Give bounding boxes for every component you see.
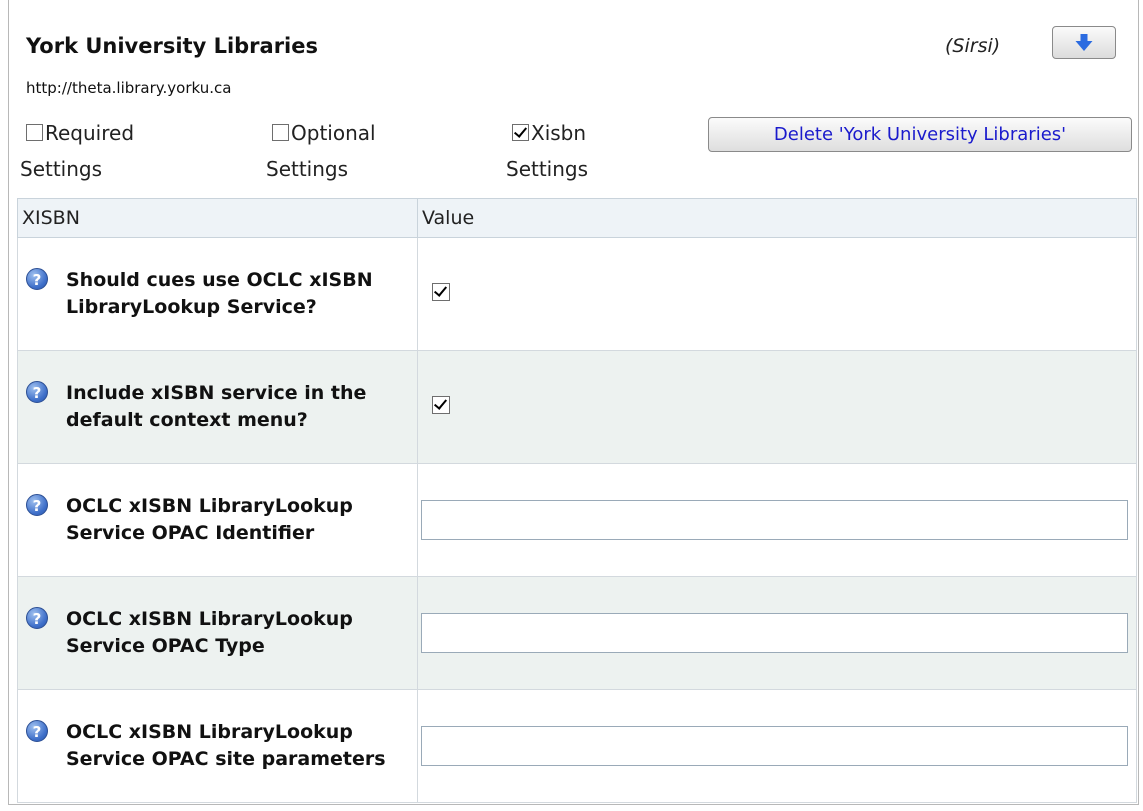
help-icon[interactable]: ? bbox=[26, 494, 48, 516]
column-header-value: Value bbox=[417, 198, 1137, 238]
setting-label: Should cues use OCLC xISBN LibraryLookup… bbox=[66, 269, 373, 318]
ils-type: (Sirsi) bbox=[945, 35, 1001, 57]
option-xisbn-settings[interactable]: Xisbn bbox=[512, 117, 586, 149]
table-row: ? OCLC xISBN LibraryLookup Service OPAC I… bbox=[17, 463, 1137, 577]
help-icon[interactable]: ? bbox=[26, 268, 48, 290]
table-row: ? OCLC xISBN LibraryLookup Service OPAC T… bbox=[17, 576, 1137, 690]
library-url: http://theta.library.yorku.ca bbox=[26, 79, 232, 97]
option-xisbn-settings-line2: Settings bbox=[506, 153, 588, 185]
table-header-row: XISBN Value bbox=[17, 198, 1137, 238]
arrow-down-icon bbox=[1075, 33, 1093, 51]
use-xisbn-lookup-checkbox[interactable] bbox=[432, 283, 450, 301]
setting-value-cell bbox=[417, 463, 1137, 577]
optional-settings-checkbox[interactable] bbox=[272, 124, 289, 141]
option-optional-settings-line2: Settings bbox=[266, 153, 348, 185]
option-label-line1: Xisbn bbox=[531, 121, 587, 145]
opac-identifier-input[interactable] bbox=[421, 500, 1128, 540]
move-down-button[interactable] bbox=[1052, 26, 1116, 59]
option-label-line2: Settings bbox=[20, 157, 103, 181]
option-optional-settings[interactable]: Optional bbox=[272, 117, 376, 149]
opac-type-input[interactable] bbox=[421, 613, 1128, 653]
setting-label: OCLC xISBN LibraryLookup Service OPAC Ty… bbox=[66, 608, 353, 657]
option-label-line1: Optional bbox=[291, 121, 376, 145]
opac-site-parameters-input[interactable] bbox=[421, 726, 1128, 766]
help-icon[interactable]: ? bbox=[26, 720, 48, 742]
xisbn-settings-checkbox[interactable] bbox=[512, 124, 529, 141]
library-name: York University Libraries bbox=[26, 34, 319, 58]
help-icon[interactable]: ? bbox=[26, 607, 48, 629]
setting-value-cell bbox=[417, 689, 1137, 803]
include-xisbn-context-menu-checkbox[interactable] bbox=[432, 396, 450, 414]
table-row: ? OCLC xISBN LibraryLookup Service OPAC s… bbox=[17, 689, 1137, 803]
option-label-line2: Settings bbox=[506, 157, 589, 181]
setting-value-cell bbox=[417, 237, 1137, 351]
option-label-line2: Settings bbox=[266, 157, 349, 181]
xisbn-settings-table: XISBN Value ? Should cues use OCLC xISBN … bbox=[17, 198, 1137, 803]
table-row: ? Include xISBN service in the default co… bbox=[17, 350, 1137, 464]
setting-label-cell: ? Should cues use OCLC xISBN LibraryLooku… bbox=[17, 237, 418, 351]
setting-label: Include xISBN service in the default con… bbox=[66, 382, 367, 431]
delete-library-button[interactable]: Delete 'York University Libraries' bbox=[708, 117, 1132, 152]
option-required-settings-line2: Settings bbox=[20, 153, 102, 185]
setting-label-cell: ? Include xISBN service in the default co… bbox=[17, 350, 418, 464]
required-settings-checkbox[interactable] bbox=[26, 124, 43, 141]
table-row: ? Should cues use OCLC xISBN LibraryLooku… bbox=[17, 237, 1137, 351]
setting-label: OCLC xISBN LibraryLookup Service OPAC Id… bbox=[66, 495, 353, 544]
setting-label-cell: ? OCLC xISBN LibraryLookup Service OPAC s… bbox=[17, 689, 418, 803]
setting-value-cell bbox=[417, 350, 1137, 464]
setting-label: OCLC xISBN LibraryLookup Service OPAC si… bbox=[66, 721, 386, 770]
setting-label-cell: ? OCLC xISBN LibraryLookup Service OPAC T… bbox=[17, 576, 418, 690]
column-header-xisbn: XISBN bbox=[17, 198, 418, 238]
option-label-line1: Required bbox=[45, 121, 135, 145]
setting-value-cell bbox=[417, 576, 1137, 690]
option-required-settings[interactable]: Required bbox=[26, 117, 134, 149]
setting-label-cell: ? OCLC xISBN LibraryLookup Service OPAC I… bbox=[17, 463, 418, 577]
help-icon[interactable]: ? bbox=[26, 381, 48, 403]
